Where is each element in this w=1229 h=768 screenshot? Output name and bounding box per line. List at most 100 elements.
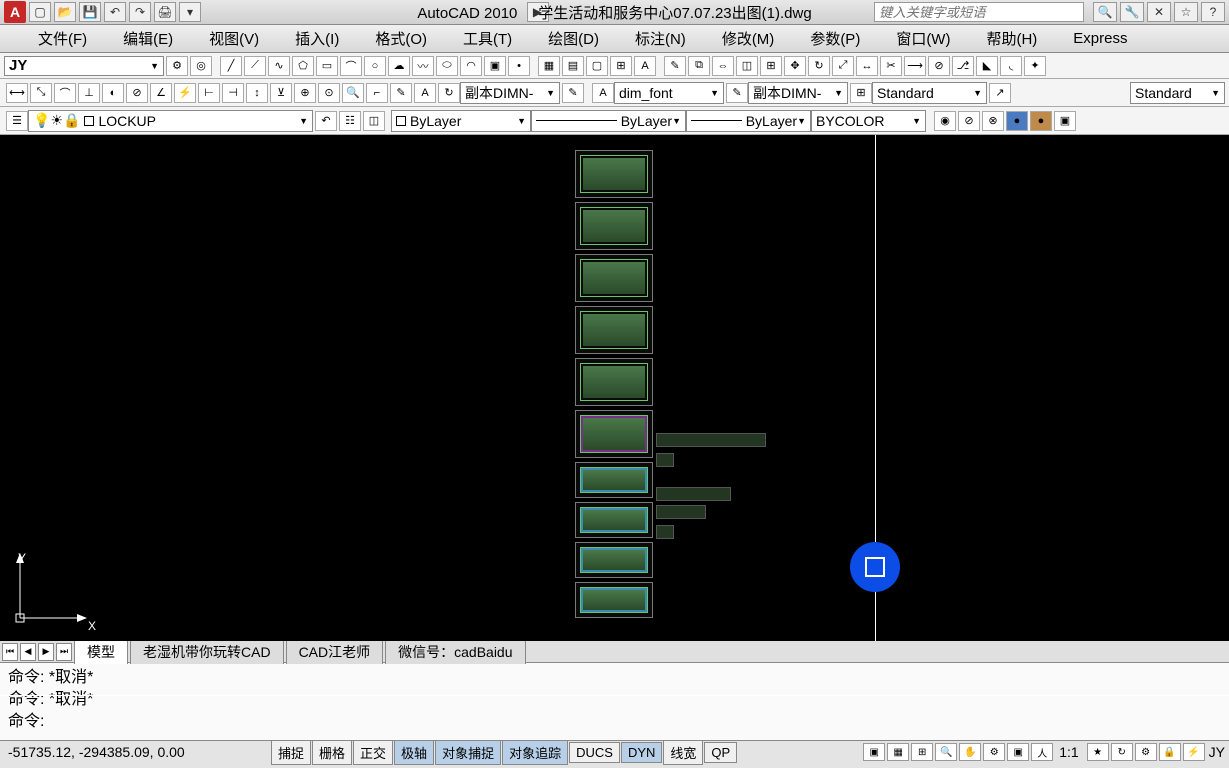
menu-param[interactable]: 参数(P): [792, 28, 878, 49]
explode-icon[interactable]: ✦: [1024, 56, 1046, 76]
vis3-icon[interactable]: ⊗: [982, 111, 1004, 131]
scale-icon[interactable]: ⤢: [832, 56, 854, 76]
layer-iso-icon[interactable]: ◫: [363, 111, 385, 131]
plotstyle-combo[interactable]: BYCOLOR: [811, 110, 926, 132]
dim-linear-icon[interactable]: ⟷: [6, 83, 28, 103]
command-window[interactable]: 命令: *取消* 命令: *取消* 命令:: [0, 663, 1229, 741]
tab-prev-icon[interactable]: ◀: [20, 643, 36, 661]
dim-update-icon[interactable]: ↻: [438, 83, 460, 103]
osnap-toggle[interactable]: 对象捕捉: [435, 740, 501, 765]
otrack-toggle[interactable]: 对象追踪: [502, 740, 568, 765]
side-thumb-2[interactable]: [656, 453, 674, 467]
pline-icon[interactable]: ∿: [268, 56, 290, 76]
annotation-scale[interactable]: 1:1: [1059, 744, 1078, 760]
quickview-icon[interactable]: ⊞: [911, 743, 933, 761]
menu-help[interactable]: 帮助(H): [968, 28, 1055, 49]
arc-icon[interactable]: ⌒: [340, 56, 362, 76]
wrench-icon[interactable]: 🔧: [1120, 2, 1144, 22]
binoculars-icon[interactable]: 🔍: [1093, 2, 1117, 22]
menu-dim[interactable]: 标注(N): [617, 28, 704, 49]
dim-aligned-icon[interactable]: ⤡: [30, 83, 52, 103]
search-input[interactable]: [874, 2, 1084, 22]
dim-arc-icon[interactable]: ⌒: [54, 83, 76, 103]
hardware-icon[interactable]: ⚡: [1183, 743, 1205, 761]
drawing-canvas[interactable]: Y X: [0, 135, 1229, 641]
coordinates[interactable]: -51735.12, -294385.09, 0.00: [0, 744, 270, 760]
dim-quick-icon[interactable]: ⚡: [174, 83, 196, 103]
fillet-icon[interactable]: ◟: [1000, 56, 1022, 76]
menu-express[interactable]: Express: [1055, 30, 1145, 47]
polar-toggle[interactable]: 极轴: [394, 740, 434, 765]
menu-window[interactable]: 窗口(W): [878, 28, 968, 49]
qat-redo-icon[interactable]: ↷: [129, 2, 151, 22]
vis6-icon[interactable]: ▣: [1054, 111, 1076, 131]
tab-first-icon[interactable]: ⏮: [2, 643, 18, 661]
ducs-toggle[interactable]: DUCS: [569, 742, 620, 763]
tablestyle-icon[interactable]: ⊞: [850, 83, 872, 103]
thumb-5[interactable]: [575, 358, 653, 406]
tab-layout1[interactable]: 老湿机带你玩转CAD: [130, 639, 284, 664]
pan-icon[interactable]: ✋: [959, 743, 981, 761]
dim-inspect-icon[interactable]: 🔍: [342, 83, 364, 103]
menu-modify[interactable]: 修改(M): [704, 28, 793, 49]
mleaderstyle-icon[interactable]: ↗: [989, 83, 1011, 103]
menu-tools[interactable]: 工具(T): [445, 28, 530, 49]
dim-ord-icon[interactable]: ⊥: [78, 83, 100, 103]
dim-tolerance-icon[interactable]: ⊕: [294, 83, 316, 103]
line-icon[interactable]: ╱: [220, 56, 242, 76]
copy-icon[interactable]: ⧉: [688, 56, 710, 76]
move-icon[interactable]: ✥: [784, 56, 806, 76]
star-icon[interactable]: ☆: [1174, 2, 1198, 22]
erase-icon[interactable]: ✎: [664, 56, 686, 76]
mirror-icon[interactable]: ⇔: [712, 56, 734, 76]
menu-insert[interactable]: 插入(I): [277, 28, 357, 49]
tab-last-icon[interactable]: ⏭: [56, 643, 72, 661]
layer-manager-icon[interactable]: ☰: [6, 111, 28, 131]
x-icon[interactable]: ✕: [1147, 2, 1171, 22]
array-icon[interactable]: ⊞: [760, 56, 782, 76]
qat-save-icon[interactable]: 💾: [79, 2, 101, 22]
layer-prev-icon[interactable]: ↶: [315, 111, 337, 131]
menu-edit[interactable]: 编辑(E): [105, 28, 191, 49]
qat-open-icon[interactable]: 📂: [54, 2, 76, 22]
annovis-icon[interactable]: ★: [1087, 743, 1109, 761]
locator-icon[interactable]: ◎: [190, 56, 212, 76]
dim-break-icon[interactable]: ⊻: [270, 83, 292, 103]
menu-format[interactable]: 格式(O): [357, 28, 445, 49]
ellipsearc-icon[interactable]: ◠: [460, 56, 482, 76]
linetype-combo[interactable]: ByLayer: [531, 110, 686, 132]
ray-icon[interactable]: ⟋: [244, 56, 266, 76]
thumb-2[interactable]: [575, 202, 653, 250]
lineweight-combo[interactable]: ByLayer: [686, 110, 811, 132]
thumb-1[interactable]: [575, 150, 653, 198]
ellipse-icon[interactable]: ⬭: [436, 56, 458, 76]
app-logo[interactable]: A: [4, 1, 26, 23]
dim-angular-icon[interactable]: ∠: [150, 83, 172, 103]
tab-model[interactable]: 模型: [74, 639, 128, 664]
side-thumb-3[interactable]: [656, 487, 731, 501]
dim-center-icon[interactable]: ⊙: [318, 83, 340, 103]
lw-toggle[interactable]: 线宽: [663, 740, 703, 765]
gradient-icon[interactable]: ▤: [562, 56, 584, 76]
join-icon[interactable]: ⎇: [952, 56, 974, 76]
dimstyle-edit-icon[interactable]: ✎: [562, 83, 584, 103]
offset-icon[interactable]: ◫: [736, 56, 758, 76]
wheel-icon[interactable]: ⚙: [983, 743, 1005, 761]
thumb-8[interactable]: [575, 502, 653, 538]
menu-draw[interactable]: 绘图(D): [530, 28, 617, 49]
point-icon[interactable]: •: [508, 56, 530, 76]
qat-print-icon[interactable]: 🖨: [154, 2, 176, 22]
help-icon[interactable]: ?: [1201, 2, 1225, 22]
vis1-icon[interactable]: ◉: [934, 111, 956, 131]
revcloud-icon[interactable]: ☁: [388, 56, 410, 76]
polygon-icon[interactable]: ⬠: [292, 56, 314, 76]
circle-icon[interactable]: ○: [364, 56, 386, 76]
text-icon[interactable]: A: [634, 56, 656, 76]
region-icon[interactable]: ▢: [586, 56, 608, 76]
dim-tedit-icon[interactable]: A: [414, 83, 436, 103]
zoom-icon[interactable]: 🔍: [935, 743, 957, 761]
table-icon[interactable]: ⊞: [610, 56, 632, 76]
showmot-icon[interactable]: ▣: [1007, 743, 1029, 761]
dim-space-icon[interactable]: ↕: [246, 83, 268, 103]
thumb-4[interactable]: [575, 306, 653, 354]
